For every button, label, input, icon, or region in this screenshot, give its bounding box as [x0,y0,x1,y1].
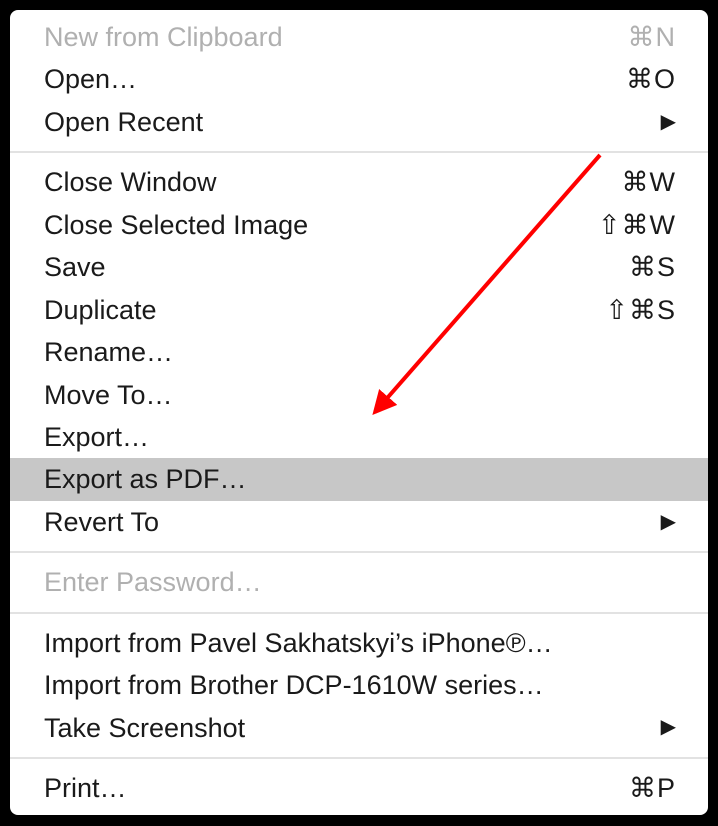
menu-separator [10,757,708,759]
menu-item-label: Revert To [44,504,159,540]
submenu-arrow-icon: ▶ [661,109,676,136]
menu-item-label: Print… [44,770,127,806]
menu-item-label: Close Selected Image [44,207,308,243]
menu-item-label: Enter Password… [44,564,262,600]
menu-item-shortcut: ⇧⌘S [605,292,676,328]
menu-separator [10,551,708,553]
menu-item-save[interactable]: Save ⌘S [10,246,708,288]
menu-item-label: Rename… [44,334,173,370]
menu-item-shortcut: ⌘P [629,770,676,806]
menu-item-close-selected-image[interactable]: Close Selected Image ⇧⌘W [10,204,708,246]
menu-item-export[interactable]: Export… [10,416,708,458]
menu-item-duplicate[interactable]: Duplicate ⇧⌘S [10,289,708,331]
menu-item-shortcut: ⌘N [628,19,677,55]
menu-item-label: Save [44,249,106,285]
menu-item-label: Import from Brother DCP-1610W series… [44,667,544,703]
menu-item-new-from-clipboard: New from Clipboard ⌘N [10,16,708,58]
menu-item-shortcut: ⌘O [626,61,676,97]
menu-item-label: Take Screenshot [44,710,245,746]
menu-item-shortcut: ⌘S [629,249,676,285]
menu-item-export-as-pdf[interactable]: Export as PDF… [10,458,708,500]
menu-separator [10,151,708,153]
menu-item-shortcut: ⇧⌘W [598,207,676,243]
menu-item-import-iphone[interactable]: Import from Pavel Sakhatskyi’s iPhone℗… [10,622,708,664]
menu-item-label: Export as PDF… [44,461,247,497]
menu-item-open-recent[interactable]: Open Recent ▶ [10,101,708,143]
menu-item-label: Open… [44,61,137,97]
menu-item-open[interactable]: Open… ⌘O [10,58,708,100]
menu-item-label: Export… [44,419,149,455]
menu-item-shortcut: ⌘W [622,164,676,200]
menu-item-rename[interactable]: Rename… [10,331,708,373]
menu-item-revert-to[interactable]: Revert To ▶ [10,501,708,543]
menu-item-enter-password: Enter Password… [10,561,708,603]
menu-separator [10,612,708,614]
menu-item-import-brother[interactable]: Import from Brother DCP-1610W series… [10,664,708,706]
submenu-arrow-icon: ▶ [661,509,676,536]
menu-item-label: Import from Pavel Sakhatskyi’s iPhone℗… [44,625,553,661]
menu-item-print[interactable]: Print… ⌘P [10,767,708,809]
menu-item-label: Close Window [44,164,217,200]
context-menu: New from Clipboard ⌘N Open… ⌘O Open Recent ▶ C… [10,10,708,815]
menu-item-label: Duplicate [44,292,157,328]
submenu-arrow-icon: ▶ [661,714,676,741]
menu-item-label: New from Clipboard [44,19,283,55]
menu-item-close-window[interactable]: Close Window ⌘W [10,161,708,203]
menu-item-label: Open Recent [44,104,203,140]
menu-item-take-screenshot[interactable]: Take Screenshot ▶ [10,707,708,749]
menu-item-move-to[interactable]: Move To… [10,374,708,416]
menu-item-label: Move To… [44,377,173,413]
